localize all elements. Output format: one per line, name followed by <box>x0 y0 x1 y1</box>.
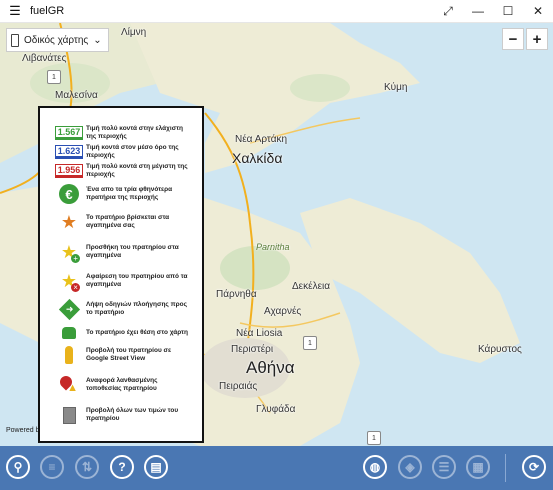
minimize-icon[interactable]: — <box>463 0 493 22</box>
list-icon[interactable]: ≡ <box>40 455 64 479</box>
map-label-maleviou: Μαλεσίνα <box>55 90 98 101</box>
map-label-karystos: Κάρυστος <box>478 344 522 355</box>
legend-item: ★ + Προσθήκη του πρατηρίου στα αγαπημένα <box>40 241 202 263</box>
map-label-chalkida: Χαλκίδα <box>232 150 283 166</box>
all-prices-icon <box>62 406 76 424</box>
search-icon[interactable]: ⚲ <box>6 455 30 479</box>
globe-icon[interactable]: ◍ <box>363 455 387 479</box>
map-type-dropdown[interactable]: Οδικός χάρτης ⌄ <box>6 28 109 52</box>
app-title: fuelGR <box>30 5 65 17</box>
legend-text: Τιμή πολύ κοντά στη μέγιστη της περιοχής <box>86 163 188 178</box>
road-shield: 1 <box>367 431 381 445</box>
map-position-icon <box>62 327 76 339</box>
close-icon[interactable]: ✕ <box>523 0 553 22</box>
price-red-box: 1.956 <box>54 164 84 178</box>
chevron-down-icon: ⌄ <box>93 34 102 46</box>
help-icon[interactable]: ? <box>110 455 134 479</box>
legend-item: 1.956 Τιμή πολύ κοντά στη μέγιστη της πε… <box>40 160 202 182</box>
legend-text: Αφαίρεση του πρατηρίου από τα αγαπημένα <box>86 273 188 288</box>
map-label-livanates: Λιβανάτες <box>22 53 67 64</box>
map-label-glyfada: Γλυφάδα <box>256 404 296 415</box>
map-label-acharnes: Αχαρνές <box>264 306 302 317</box>
map-label-limni: Λίμνη <box>121 27 147 38</box>
road-shield: 1 <box>47 70 61 84</box>
legend-text: Προβολή του πρατηρίου σε Google Street V… <box>86 347 172 362</box>
map-label-athina: Αθήνα <box>246 358 295 377</box>
expand-icon[interactable]: ⤢ <box>433 0 463 22</box>
legend-text: Ένα απο τα τρία φθηνότερα πρατήρια της π… <box>86 186 173 201</box>
title-bar: ☰ fuelGR ⤢ — ☐ ✕ <box>0 0 553 23</box>
tag-icon[interactable]: ◈ <box>398 455 422 479</box>
map-label-parnitha-gr: Πάρνηθα <box>216 289 257 300</box>
legend-item: ▲ Αναφορά λανθασμένης τοποθεσίας πρατηρί… <box>40 373 202 396</box>
list-details-icon[interactable]: ☰ <box>432 455 456 479</box>
legend-text: Προβολή όλων των τιμών του πρατηρίου <box>86 407 179 422</box>
refresh-icon[interactable]: ⟳ <box>522 455 546 479</box>
euro-icon: € <box>59 184 79 204</box>
legend-text: Λήψη οδηγιών πλοήγησης προς το πρατήριο <box>86 301 187 316</box>
map-label-nea-liosia: Νέα Liosia <box>236 328 283 339</box>
legend-panel: 1.567 Τιμή πολύ κοντά στην ελάχιστη της … <box>38 106 204 443</box>
legend-text: Το πρατήριο έχει θέση στο χάρτη <box>86 329 188 336</box>
legend-text: Το πρατήριο βρίσκεται στα αγαπημένα σας <box>86 214 170 229</box>
maximize-icon[interactable]: ☐ <box>493 0 523 22</box>
road-shield: 1 <box>303 336 317 350</box>
legend-item: € Ένα απο τα τρία φθηνότερα πρατήρια της… <box>40 183 202 205</box>
legend-item: Προβολή όλων των τιμών του πρατηρίου <box>40 404 202 426</box>
hamburger-icon[interactable]: ☰ <box>0 3 30 19</box>
legend-item: Προβολή του πρατηρίου σε Google Street V… <box>40 344 202 366</box>
legend-text: Τιμή κοντά στον μέσο όρο της περιοχής <box>86 144 179 159</box>
zoom-out-button[interactable]: − <box>502 28 524 50</box>
price-blue-box: 1.623 <box>54 145 84 159</box>
phone-icon <box>11 33 19 47</box>
remove-favorite-icon: ★ × <box>61 271 81 292</box>
legend-text: Αναφορά λανθασμένης τοποθεσίας πρατηρίου <box>86 377 158 392</box>
bottom-toolbar: ⚲ ≡ ⇅ ? ▤ ◍ ◈ ☰ ▦ ⟳ <box>0 446 553 490</box>
legend-item: ★ × Αφαίρεση του πρατηρίου από τα αγαπημέ… <box>40 270 202 292</box>
map-label-dekeleia: Δεκέλεια <box>292 281 331 292</box>
favorite-star-icon: ★ <box>60 211 78 232</box>
map-label-nea-artaki: Νέα Αρτάκη <box>235 134 288 145</box>
legend-text: Τιμή πολύ κοντά στην ελάχιστη της περιοχ… <box>86 125 184 140</box>
map-label-piraeus: Πειραιάς <box>219 381 258 392</box>
map-type-value: Οδικός χάρτης <box>24 34 89 46</box>
zoom-in-button[interactable]: + <box>526 28 548 50</box>
toolbar-separator <box>505 454 506 482</box>
add-favorite-icon: ★ + <box>61 242 81 263</box>
map-label-kymi: Κύμη <box>384 82 408 93</box>
report-location-icon: ▲ <box>57 373 78 394</box>
sort-icon[interactable]: ⇅ <box>75 455 99 479</box>
map-settings-icon[interactable]: ▤ <box>144 455 168 479</box>
price-green-box: 1.567 <box>54 126 84 140</box>
notes-icon[interactable]: ▦ <box>466 455 490 479</box>
street-view-icon <box>65 346 73 364</box>
map-label-parnitha: Parnitha <box>256 242 290 252</box>
legend-item: ➜ Λήψη οδηγιών πλοήγησης προς το πρατήρι… <box>40 298 202 320</box>
directions-icon: ➜ <box>58 298 80 320</box>
legend-item: ★ Το πρατήριο βρίσκεται στα αγαπημένα σα… <box>40 211 202 233</box>
legend-item: Το πρατήριο έχει θέση στο χάρτη <box>40 322 202 344</box>
legend-text: Προσθήκη του πρατηρίου στα αγαπημένα <box>86 244 179 259</box>
map-label-peristeri: Περιστέρι <box>231 344 274 355</box>
